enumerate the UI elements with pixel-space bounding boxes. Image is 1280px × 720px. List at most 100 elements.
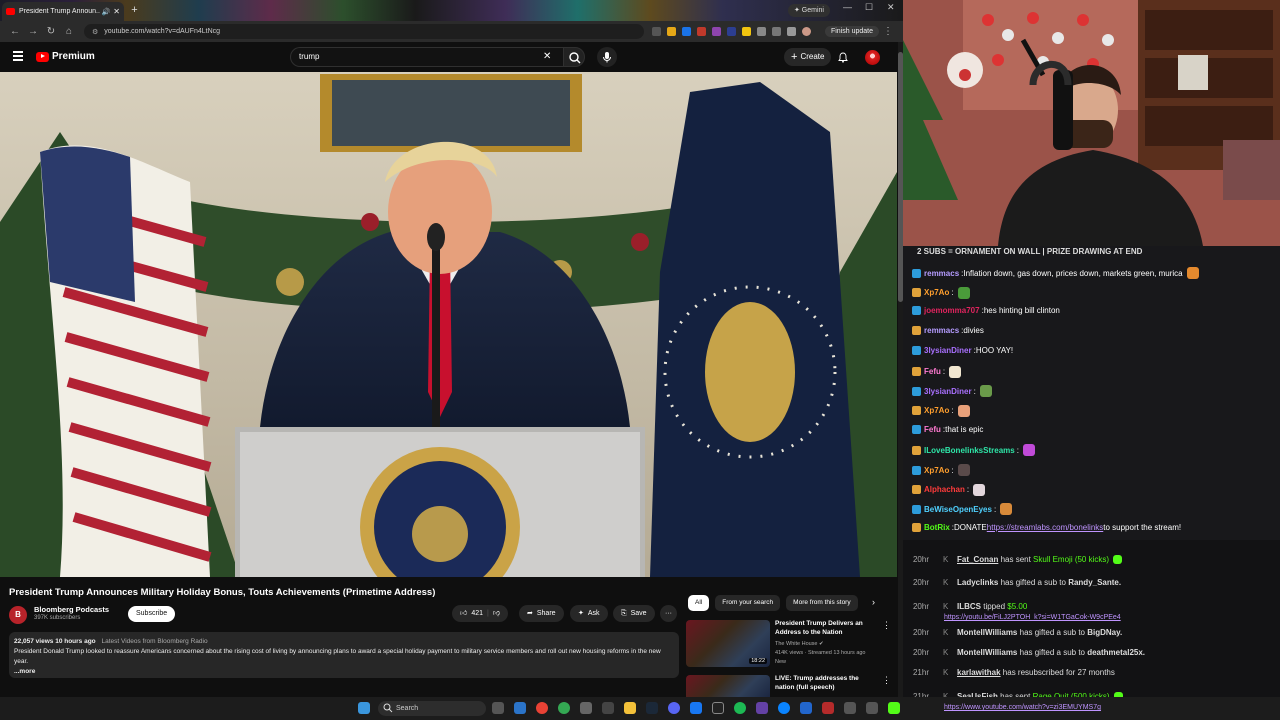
audio-icon[interactable]: 🔊 bbox=[102, 8, 111, 16]
clear-search-icon[interactable]: ✕ bbox=[543, 51, 551, 62]
app-icon[interactable] bbox=[690, 702, 702, 714]
app-icon[interactable] bbox=[602, 702, 614, 714]
app-icon[interactable] bbox=[580, 702, 592, 714]
voice-search-button[interactable] bbox=[597, 47, 617, 67]
chat-username[interactable]: ILoveBonelinksStreams bbox=[924, 446, 1015, 455]
recommendation-thumbnail[interactable]: 18:22 bbox=[686, 620, 770, 667]
event-username[interactable]: MontellWilliams bbox=[957, 648, 1017, 657]
event-link[interactable]: https://youtu.be/FiLJ2PTOH_k?si=W1TGaCok… bbox=[944, 614, 1121, 621]
more-options-icon[interactable]: ⋮ bbox=[882, 620, 891, 631]
chat-username[interactable]: Fefu bbox=[924, 367, 941, 376]
thumbs-down-icon[interactable]: 👎︎ bbox=[493, 605, 500, 622]
description-box[interactable]: 22,057 views 10 hours ago Latest Videos … bbox=[9, 632, 679, 678]
extension-icon[interactable] bbox=[667, 27, 676, 36]
chrome-icon[interactable] bbox=[536, 702, 548, 714]
home-icon[interactable]: ⌂ bbox=[60, 26, 78, 37]
chat-username[interactable]: Fefu bbox=[924, 425, 941, 434]
event-recipient[interactable]: BigDNay. bbox=[1087, 628, 1122, 637]
event-username[interactable]: Fat_Conan bbox=[957, 555, 998, 564]
app-icon[interactable] bbox=[756, 702, 768, 714]
chip-more-from-this-story[interactable]: More from this story bbox=[786, 595, 858, 611]
like-button[interactable]: 👍︎ 421 | 👎︎ bbox=[452, 605, 508, 622]
taskbar-search[interactable]: Search bbox=[378, 701, 486, 716]
file-explorer-icon[interactable] bbox=[624, 702, 636, 714]
app-icon[interactable] bbox=[866, 702, 878, 714]
extension-icon[interactable] bbox=[757, 27, 766, 36]
finish-update-button[interactable]: Finish update bbox=[824, 26, 879, 37]
reload-icon[interactable]: ↻ bbox=[42, 26, 60, 37]
channel-name[interactable]: Bloomberg Podcasts bbox=[34, 605, 109, 614]
event-username[interactable]: MontellWilliams bbox=[957, 628, 1017, 637]
chat-username[interactable]: Alphachan bbox=[924, 485, 965, 494]
chat-username[interactable]: 3lysianDiner bbox=[924, 387, 972, 396]
search-input[interactable]: trump bbox=[290, 47, 563, 67]
chat-username[interactable]: remmacs bbox=[924, 326, 959, 335]
chat-username[interactable]: Xp7Ao bbox=[924, 288, 949, 297]
back-icon[interactable]: ← bbox=[6, 26, 24, 37]
chip-all[interactable]: All bbox=[688, 595, 710, 611]
extension-icon[interactable] bbox=[712, 27, 721, 36]
youtube-logo[interactable]: Premium bbox=[36, 51, 95, 62]
event-username[interactable]: ILBCS bbox=[957, 602, 981, 611]
search-button[interactable] bbox=[563, 47, 585, 67]
address-bar[interactable]: ⚙ youtube.com/watch?v=dAUFn4LtNcg bbox=[84, 24, 644, 39]
windows-start-icon[interactable] bbox=[358, 702, 370, 714]
minimize-icon[interactable]: — bbox=[843, 2, 852, 12]
event-link[interactable]: https://www.youtube.com/watch?v=zi3EMUYM… bbox=[944, 704, 1101, 711]
profile-icon[interactable] bbox=[802, 27, 811, 36]
steam-icon[interactable] bbox=[646, 702, 658, 714]
site-info-icon[interactable]: ⚙ bbox=[92, 28, 98, 36]
chat-link[interactable]: https://streamlabs.com/bonelinks bbox=[987, 523, 1104, 532]
extension-icon[interactable] bbox=[697, 27, 706, 36]
chat-username[interactable]: Xp7Ao bbox=[924, 406, 949, 415]
kick-icon[interactable] bbox=[888, 702, 900, 714]
chat-username[interactable]: 3lysianDiner bbox=[924, 346, 972, 355]
share-button[interactable]: ➦ Share bbox=[519, 605, 564, 622]
browser-tab-active[interactable]: President Trump Announ... 🔊 ✕ bbox=[2, 2, 124, 21]
chip-from-your-search[interactable]: From your search bbox=[715, 595, 781, 611]
save-button[interactable]: ⎘ Save bbox=[613, 605, 655, 622]
chat-username[interactable]: BeWiseOpenEyes bbox=[924, 505, 992, 514]
tab-close-icon[interactable]: ✕ bbox=[113, 7, 120, 16]
extension-icon[interactable] bbox=[772, 27, 781, 36]
ask-button[interactable]: ✦ Ask bbox=[570, 605, 608, 622]
menu-icon[interactable] bbox=[13, 51, 23, 61]
video-player[interactable] bbox=[0, 72, 897, 577]
extension-icon[interactable] bbox=[742, 27, 751, 36]
edge-icon[interactable] bbox=[514, 702, 526, 714]
extension-icon[interactable] bbox=[727, 27, 736, 36]
task-view-icon[interactable] bbox=[492, 702, 504, 714]
gemini-button[interactable]: ✦ Gemini bbox=[788, 4, 830, 17]
event-recipient[interactable]: Randy_Sante. bbox=[1068, 578, 1121, 587]
app-icon[interactable] bbox=[822, 702, 834, 714]
event-username[interactable]: Ladyclinks bbox=[957, 578, 998, 587]
event-recipient[interactable]: deathmetal25x. bbox=[1087, 648, 1145, 657]
more-options-icon[interactable]: ⋮ bbox=[882, 675, 891, 686]
extension-icon[interactable] bbox=[652, 27, 661, 36]
more-actions-button[interactable]: ··· bbox=[660, 605, 677, 622]
app-icon[interactable] bbox=[844, 702, 856, 714]
show-more-link[interactable]: ...more bbox=[14, 667, 674, 677]
browser-menu-icon[interactable]: ⋮ bbox=[879, 26, 897, 37]
event-username[interactable]: karlawithak bbox=[957, 668, 1001, 677]
recommendation-item[interactable]: LIVE: Trump addresses the nation (full s… bbox=[686, 675, 891, 697]
app-icon[interactable] bbox=[800, 702, 812, 714]
chevron-right-icon[interactable]: › bbox=[872, 597, 875, 607]
recommendation-title[interactable]: LIVE: Trump addresses the nation (full s… bbox=[775, 675, 875, 692]
channel-avatar[interactable]: B bbox=[9, 606, 27, 624]
chrome-profile-icon[interactable] bbox=[558, 702, 570, 714]
maximize-icon[interactable]: ☐ bbox=[865, 2, 873, 13]
forward-icon[interactable]: → bbox=[24, 26, 42, 37]
account-avatar[interactable] bbox=[865, 50, 880, 65]
new-tab-button[interactable]: + bbox=[128, 4, 141, 17]
notifications-bell-icon[interactable] bbox=[838, 52, 848, 63]
recommendation-thumbnail[interactable] bbox=[686, 675, 770, 697]
close-window-icon[interactable]: ✕ bbox=[887, 2, 895, 13]
chat-username[interactable]: joemomma707 bbox=[924, 306, 980, 315]
spotify-icon[interactable] bbox=[734, 702, 746, 714]
extension-icon[interactable] bbox=[682, 27, 691, 36]
recommendation-item[interactable]: 18:22 President Trump Delivers an Addres… bbox=[686, 620, 891, 670]
create-button[interactable]: + Create bbox=[784, 48, 832, 66]
chat-username[interactable]: BotRix bbox=[924, 523, 950, 532]
obs-icon[interactable] bbox=[712, 702, 724, 714]
